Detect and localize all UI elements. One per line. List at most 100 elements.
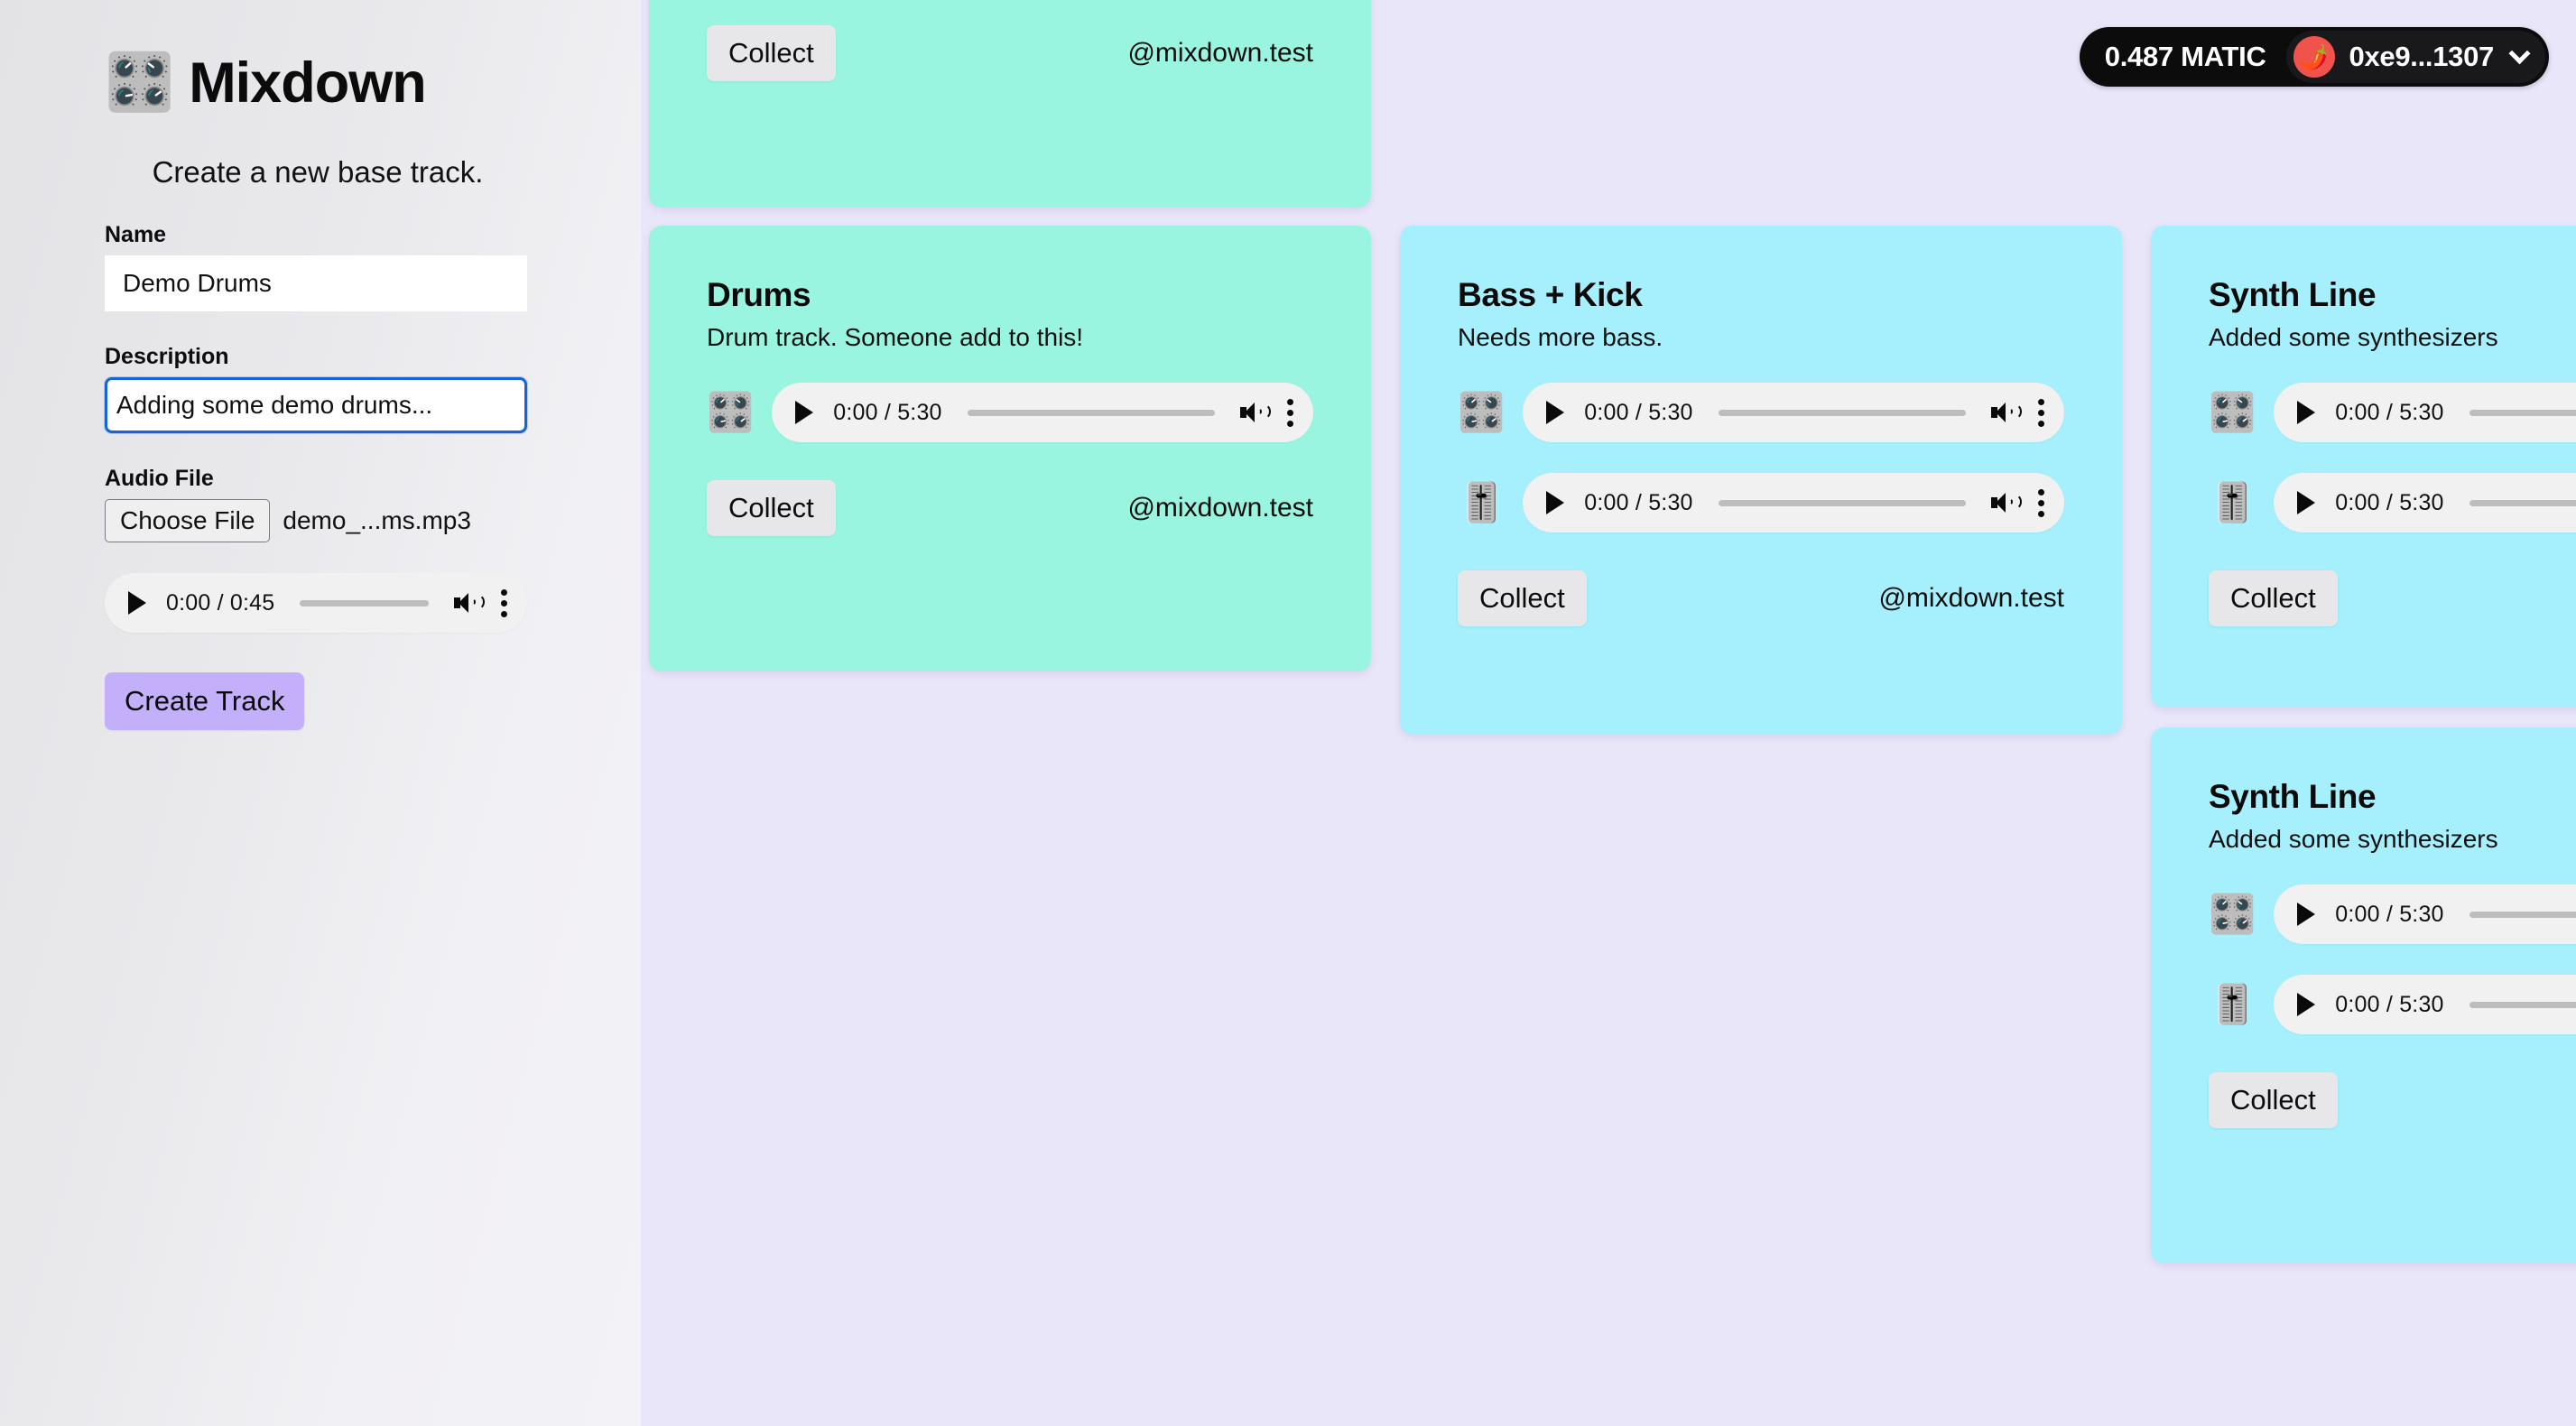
stem-audio-player[interactable]: 0:00 / 5:30 xyxy=(1523,473,2064,532)
track-card[interactable]: Drums Drum track. Someone add to this! 🎛… xyxy=(649,226,1371,671)
card-title: Synth Line xyxy=(2209,276,2377,313)
stem-row: 🎛️ 0:00 / 5:30 xyxy=(707,383,1313,442)
selected-file-name: demo_...ms.mp3 xyxy=(283,506,471,535)
stem-audio-player[interactable]: 0:00 / 5:30 xyxy=(772,383,1313,442)
volume-icon[interactable] xyxy=(1240,400,1271,425)
stem-audio-player[interactable]: 0:00 / 5:30 xyxy=(2274,975,2576,1034)
create-track-button[interactable]: Create Track xyxy=(105,672,305,731)
more-options-icon[interactable] xyxy=(1287,398,1293,427)
card-description: Added some synthesizers xyxy=(2209,825,2498,853)
seek-slider[interactable] xyxy=(2469,409,2576,416)
seek-slider[interactable] xyxy=(2469,499,2576,506)
stem-audio-player[interactable]: 0:00 / 5:30 xyxy=(2274,884,2576,944)
file-picker-row: Choose File demo_...ms.mp3 xyxy=(105,499,536,543)
sidebar-subtitle: Create a new base track. xyxy=(152,155,484,189)
control-knobs-icon: 🎛️ xyxy=(1458,391,1506,433)
stem-player-time: 0:00 / 5:30 xyxy=(2335,991,2444,1017)
stem-player-time: 0:00 / 5:30 xyxy=(2335,489,2444,515)
description-field-label: Description xyxy=(105,344,229,369)
play-icon[interactable] xyxy=(2297,491,2316,514)
play-icon[interactable] xyxy=(1546,401,1565,424)
card-footer: Collect @mixdown.test xyxy=(707,480,1313,536)
cards-column-3: Synth Line Added some synthesizers 🎛️ 0:… xyxy=(2151,0,2576,1264)
stem-player-time: 0:00 / 5:30 xyxy=(1584,489,1693,515)
cards-column-2: Bass + Kick Needs more bass. 🎛️ 0:00 / 5… xyxy=(1400,0,2122,1264)
card-footer: Collect @mixdown.test xyxy=(1458,570,2064,626)
seek-slider[interactable] xyxy=(2469,911,2576,918)
level-slider-icon: 🎚️ xyxy=(2209,481,2256,523)
play-icon[interactable] xyxy=(795,401,814,424)
volume-icon[interactable] xyxy=(454,590,485,616)
description-input[interactable]: Adding some demo drums... xyxy=(105,377,527,433)
wallet-balance: 0.487 MATIC xyxy=(2104,41,2266,72)
collect-button[interactable]: Collect xyxy=(2209,1072,2338,1128)
more-options-icon[interactable] xyxy=(2038,398,2044,427)
card-footer: Collect @mixdown.test xyxy=(2209,570,2576,626)
track-card[interactable]: Collect @mixdown.test xyxy=(649,0,1371,208)
seek-slider[interactable] xyxy=(1718,409,1966,416)
card-description: Added some synthesizers xyxy=(2209,323,2498,351)
wallet-address: 0xe9...1307 xyxy=(2349,41,2495,72)
stem-audio-player[interactable]: 0:00 / 5:30 xyxy=(2274,383,2576,442)
control-knobs-icon: 🎛️ xyxy=(2209,893,2256,935)
cards-column-1: Collect @mixdown.test Drums Drum track. … xyxy=(649,0,1371,1264)
brand: 🎛️ Mixdown xyxy=(105,51,536,116)
preview-audio-player[interactable]: 0:00 / 0:45 xyxy=(105,573,527,634)
card-description: Drum track. Someone add to this! xyxy=(707,323,1084,351)
preview-player-time: 0:00 / 0:45 xyxy=(166,589,275,616)
seek-slider[interactable] xyxy=(967,409,1215,416)
stem-audio-player[interactable]: 0:00 / 5:30 xyxy=(2274,473,2576,532)
audio-file-label: Audio File xyxy=(105,466,214,491)
cards-grid: Collect @mixdown.test Drums Drum track. … xyxy=(649,0,2576,1264)
card-title: Drums xyxy=(707,276,811,313)
card-footer: Collect @mixdown.test xyxy=(2209,1072,2576,1128)
level-slider-icon: 🎚️ xyxy=(2209,983,2256,1025)
collect-button[interactable]: Collect xyxy=(707,25,836,81)
more-options-icon[interactable] xyxy=(2038,488,2044,517)
stem-player-time: 0:00 / 5:30 xyxy=(1584,399,1693,425)
more-options-icon[interactable] xyxy=(501,588,507,617)
play-icon[interactable] xyxy=(128,591,146,616)
play-icon[interactable] xyxy=(1546,491,1565,514)
wallet-badge[interactable]: 0.487 MATIC 🌶️ 0xe9...1307 xyxy=(2079,27,2549,87)
play-icon[interactable] xyxy=(2297,993,2316,1016)
track-card[interactable]: Synth Line Added some synthesizers 🎛️ 0:… xyxy=(2151,727,2576,1264)
track-card[interactable]: Synth Line Added some synthesizers 🎛️ 0:… xyxy=(2151,226,2576,708)
seek-slider[interactable] xyxy=(2469,1001,2576,1008)
app-root: 🎛️ Mixdown Create a new base track. Name… xyxy=(0,0,2576,1426)
tracks-board: 0.487 MATIC 🌶️ 0xe9...1307 Collect @mixd… xyxy=(641,0,2576,1426)
description-input-value: Adding some demo drums... xyxy=(116,391,433,419)
collect-button[interactable]: Collect xyxy=(2209,570,2338,626)
collect-button[interactable]: Collect xyxy=(1458,570,1587,626)
card-title: Bass + Kick xyxy=(1458,276,1643,313)
play-icon[interactable] xyxy=(2297,401,2316,424)
volume-icon[interactable] xyxy=(1991,400,2022,425)
level-slider-icon: 🎚️ xyxy=(1458,481,1506,523)
track-card[interactable]: Bass + Kick Needs more bass. 🎛️ 0:00 / 5… xyxy=(1400,226,2122,735)
control-knobs-icon: 🎛️ xyxy=(105,51,175,114)
stem-player-time: 0:00 / 5:30 xyxy=(833,399,942,425)
stem-audio-player[interactable]: 0:00 / 5:30 xyxy=(1523,383,2064,442)
stem-row: 🎛️ 0:00 / 5:30 xyxy=(2209,383,2576,442)
chili-pepper-icon: 🌶️ xyxy=(2299,43,2329,70)
creator-handle: @mixdown.test xyxy=(1127,493,1313,523)
play-icon[interactable] xyxy=(2297,903,2316,926)
choose-file-button[interactable]: Choose File xyxy=(105,499,271,543)
creator-handle: @mixdown.test xyxy=(1878,583,2064,613)
wallet-account-chip[interactable]: 🌶️ 0xe9...1307 xyxy=(2285,31,2545,83)
card-description: Needs more bass. xyxy=(1458,323,1663,351)
avatar: 🌶️ xyxy=(2293,36,2335,78)
stem-row: 🎚️ 0:00 / 5:30 xyxy=(2209,473,2576,532)
seek-slider[interactable] xyxy=(1718,499,1966,506)
collect-button[interactable]: Collect xyxy=(707,480,836,536)
name-field-label: Name xyxy=(105,222,167,247)
name-input[interactable]: Demo Drums xyxy=(105,255,527,311)
app-title: Mixdown xyxy=(189,51,426,115)
stem-row: 🎚️ 0:00 / 5:30 xyxy=(1458,473,2064,532)
seek-slider[interactable] xyxy=(300,599,429,607)
control-knobs-icon: 🎛️ xyxy=(707,391,755,433)
control-knobs-icon: 🎛️ xyxy=(2209,391,2256,433)
volume-icon[interactable] xyxy=(1991,490,2022,515)
chevron-down-icon[interactable] xyxy=(2508,42,2531,64)
name-input-value: Demo Drums xyxy=(123,269,272,297)
